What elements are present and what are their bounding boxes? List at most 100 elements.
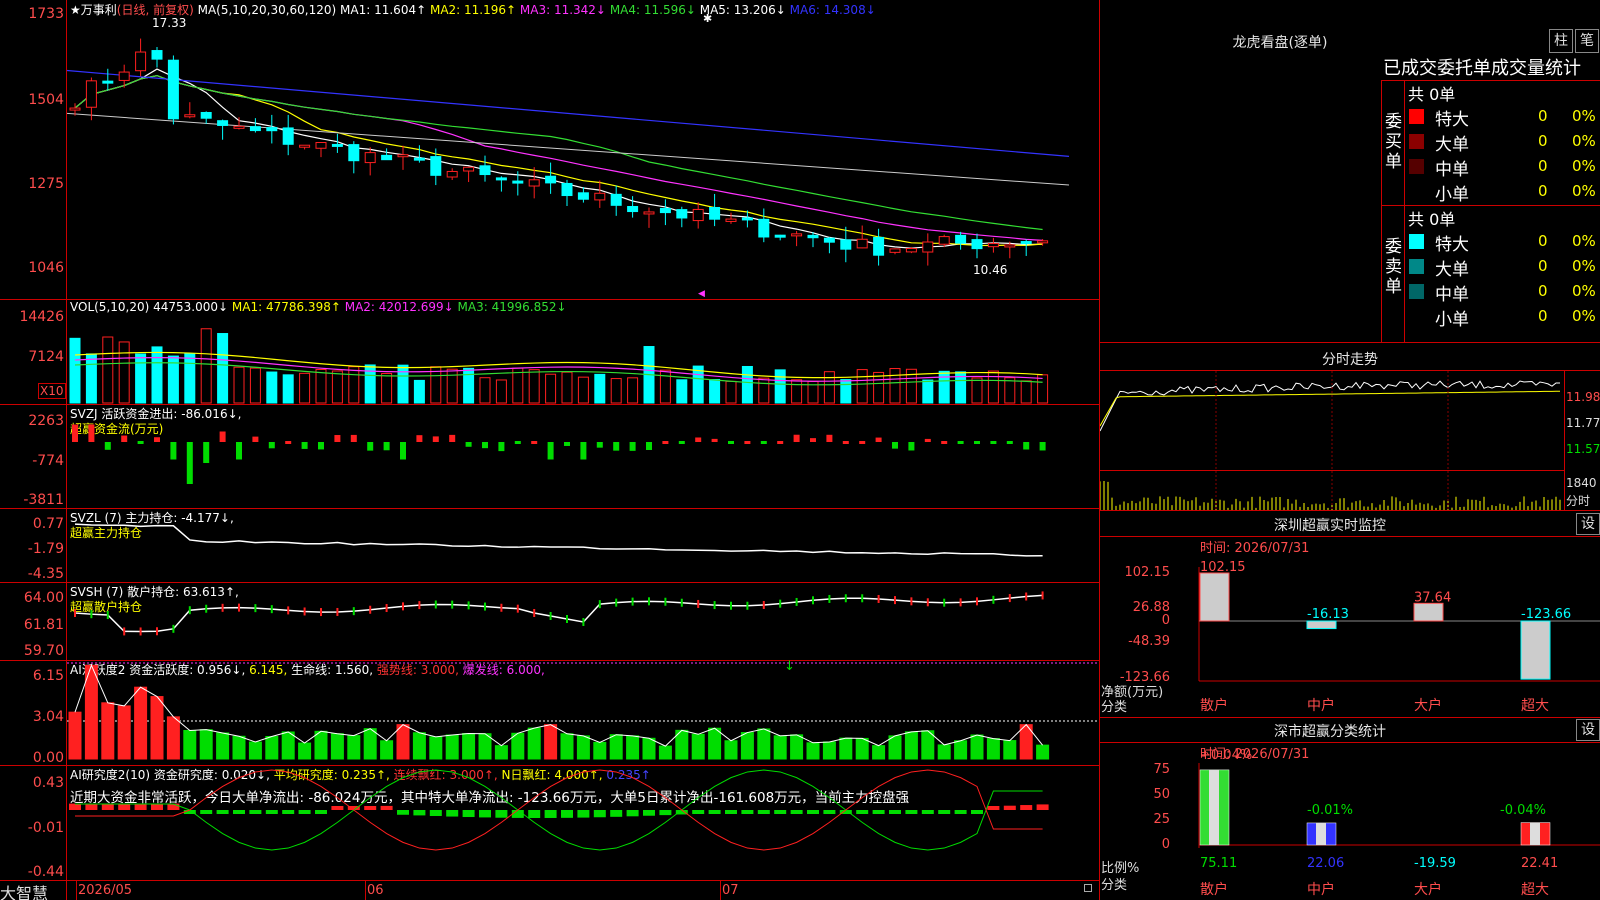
net-flow-bar	[1306, 620, 1337, 630]
flow-bar	[1023, 442, 1030, 450]
indicator-value: MA6: 14.308↓	[785, 3, 876, 17]
candle	[889, 248, 901, 253]
flow-dash	[1006, 441, 1013, 444]
ratio-value: -19.59	[1414, 856, 1456, 871]
dragon-vline2	[1404, 80, 1405, 342]
volume-bar	[971, 377, 983, 404]
research-bar	[85, 803, 98, 810]
activity-bar	[986, 738, 1000, 760]
ai-research-chart[interactable]	[67, 766, 1099, 880]
intraday-chart[interactable]	[1100, 371, 1564, 510]
flow-bar	[449, 434, 456, 442]
bar-mode-button[interactable]: 柱	[1549, 29, 1573, 53]
activity-bar	[560, 733, 574, 760]
candle	[987, 243, 999, 248]
price-axis-label: 1733	[28, 6, 64, 22]
activity-bar	[117, 705, 131, 760]
candle	[643, 211, 655, 215]
flow-bar	[498, 442, 505, 452]
flow-bar	[564, 442, 570, 446]
sz-monitor-settings-button[interactable]: 设	[1576, 513, 1600, 535]
ratio-value: 22.06	[1307, 856, 1344, 871]
stock-title[interactable]: ★万事利	[70, 3, 117, 17]
intraday-axis-label: 1840	[1566, 476, 1597, 490]
volume-bar	[151, 346, 163, 404]
sz-monitor-title: 深圳超赢实时监控	[1274, 518, 1386, 534]
dragon-row-value: 0	[1538, 107, 1548, 125]
brand-logo: 大智慧	[0, 884, 49, 900]
flow-dash	[859, 441, 866, 444]
research-bar	[790, 810, 803, 814]
volume-bar	[856, 369, 868, 404]
lock-icon[interactable]	[1084, 884, 1092, 892]
intraday-axis-label: 11.77	[1566, 416, 1600, 430]
research-bar	[987, 806, 1000, 810]
flow-bar	[301, 442, 308, 449]
candle	[167, 59, 179, 120]
ma-params: MA(5,10,20,30,60,120)	[197, 3, 337, 17]
research-bar	[282, 810, 295, 814]
period-label[interactable]: (日线, 前复权)	[117, 3, 194, 17]
svzj-axis-label: 2263	[28, 413, 64, 429]
svzl-axis-label: -1.79	[27, 541, 64, 557]
flow-dash	[957, 441, 964, 444]
date-tick	[365, 880, 366, 900]
dragon-row-label: 小单	[1435, 185, 1469, 205]
dragon-row-label: 大单	[1435, 260, 1469, 280]
ai-research-axis-label: 0.43	[32, 775, 64, 791]
candle	[594, 192, 606, 201]
candle	[249, 126, 261, 132]
flow-bar	[465, 442, 472, 447]
ma-line	[74, 74, 1043, 231]
research-bar	[216, 810, 229, 814]
volume-bar	[299, 372, 311, 404]
candlestick-chart[interactable]	[67, 20, 1099, 299]
svzl-chart[interactable]	[67, 509, 1099, 582]
tick-mode-button[interactable]: 笔	[1575, 29, 1599, 53]
svsh-chart[interactable]	[67, 583, 1099, 660]
ai-active-chart[interactable]	[67, 661, 1099, 765]
flow-dash	[137, 441, 144, 444]
volume-chart[interactable]	[67, 315, 1099, 404]
sz-class-settings-button[interactable]: 设	[1576, 719, 1600, 741]
volume-bar	[85, 353, 97, 404]
volume-bar	[528, 369, 540, 404]
category-label: 中户	[1307, 697, 1335, 714]
research-bar	[101, 803, 114, 810]
flow-dash	[678, 441, 685, 444]
volume-bar	[692, 365, 704, 404]
research-bar	[511, 810, 524, 818]
candle	[758, 218, 770, 238]
change-percent-label: -0.04%	[1500, 803, 1546, 818]
indicator-value: 44753.000↓	[153, 300, 229, 314]
research-bar	[626, 810, 639, 817]
price-axis-label: 1275	[28, 176, 64, 192]
volume-bar	[463, 367, 475, 404]
sz-class-chart[interactable]: 75.11 散户 22.06 中户 -19.59 大户 22.41 超大 +0.04% -0.01…	[1100, 743, 1600, 900]
dragon-row-percent: 0%	[1572, 107, 1596, 125]
activity-bar	[494, 745, 508, 760]
activity-bar	[84, 664, 98, 760]
vol-axis-label: 14426	[19, 309, 64, 325]
sz-monitor-chart[interactable]: 102.15 散户 -16.13 中户 37.64 大户 -123.66 超大	[1100, 537, 1600, 717]
volume-bar	[709, 379, 721, 404]
ratio-value: 22.41	[1521, 856, 1558, 871]
research-bar	[265, 810, 278, 814]
net-flow-value: 37.64	[1414, 590, 1451, 605]
volume-bar	[282, 374, 294, 404]
legend-swatch	[1409, 284, 1424, 299]
ratio-value: 75.11	[1200, 856, 1237, 871]
net-flow-bar	[1413, 602, 1444, 622]
activity-bar	[740, 732, 754, 760]
indicator-value: MA3: 41996.852↓	[453, 300, 567, 314]
research-bar	[134, 803, 147, 810]
candle	[364, 152, 376, 164]
candle	[741, 217, 753, 221]
svzj-chart[interactable]	[67, 405, 1099, 508]
activity-bar	[396, 724, 410, 760]
volume-bar	[233, 366, 245, 404]
research-bar	[725, 810, 737, 814]
intraday-avg-line	[1100, 390, 1560, 427]
flow-bar	[219, 431, 226, 442]
candle	[184, 114, 196, 118]
